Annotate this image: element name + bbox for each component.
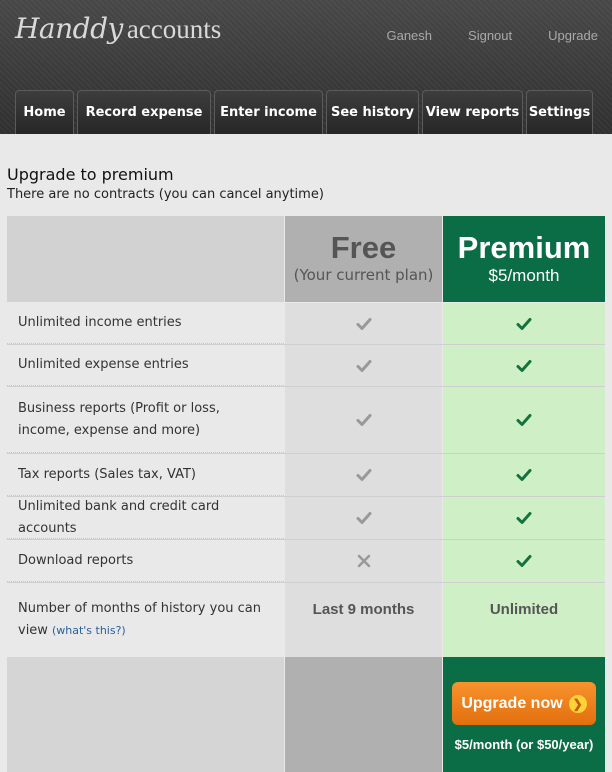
free-value [285, 387, 442, 453]
tab-view-reports[interactable]: View reports [422, 90, 523, 134]
free-plan-header: Free (Your current plan) [285, 216, 442, 302]
footer-features-cell [7, 657, 284, 772]
signout-link[interactable]: Signout [468, 28, 512, 43]
free-value [285, 345, 442, 386]
chevron-right-icon: ❯ [568, 694, 587, 713]
check-icon [355, 466, 373, 484]
feature-row: Unlimited income entries [7, 303, 605, 345]
check-icon [515, 509, 533, 527]
premium-plan-header: Premium $5/month [443, 216, 605, 302]
premium-plan-price: $5/month [488, 266, 560, 285]
feature-row: Download reports [7, 540, 605, 583]
feature-label: Business reports (Profit or loss, income… [7, 387, 284, 453]
tab-home[interactable]: Home [15, 90, 74, 134]
check-icon [515, 315, 533, 333]
free-value [285, 540, 442, 582]
features-header [7, 216, 284, 302]
premium-history-value: Unlimited [489, 601, 559, 618]
premium-value [443, 497, 605, 539]
premium-value [443, 540, 605, 582]
check-icon [355, 411, 373, 429]
upgrade-link[interactable]: Upgrade [548, 28, 598, 43]
tab-settings[interactable]: Settings [526, 90, 593, 134]
feature-label: Download reports [7, 540, 284, 582]
page-subtitle: There are no contracts (you can cancel a… [7, 187, 324, 202]
check-icon [355, 315, 373, 333]
feature-label: Unlimited income entries [7, 303, 284, 344]
upgrade-button-label: Upgrade now [461, 694, 563, 712]
check-icon [515, 411, 533, 429]
check-icon [515, 552, 533, 570]
free-value: Last 9 months [285, 583, 442, 657]
cross-icon [355, 552, 373, 570]
premium-value: Unlimited [443, 583, 605, 657]
check-icon [355, 357, 373, 375]
footer-free-cell [285, 657, 442, 772]
premium-plan-name: Premium [457, 230, 591, 265]
premium-value [443, 454, 605, 496]
user-link[interactable]: Ganesh [386, 28, 432, 43]
logo-text: accounts [126, 14, 222, 44]
logo-script: Handdy [15, 12, 123, 45]
free-history-value: Last 9 months [312, 601, 415, 618]
top-links: Ganesh Signout Upgrade [350, 28, 598, 43]
feature-label: Unlimited bank and credit card accounts [7, 497, 284, 539]
whats-this-link[interactable]: (what's this?) [52, 624, 126, 637]
feature-row: Business reports (Profit or loss, income… [7, 387, 605, 454]
premium-value [443, 345, 605, 386]
check-icon [515, 357, 533, 375]
premium-value [443, 303, 605, 344]
feature-label: Unlimited expense entries [7, 345, 284, 386]
feature-label-cell: Number of months of history you can view… [7, 583, 284, 657]
upgrade-now-button[interactable]: Upgrade now ❯ [452, 682, 596, 725]
check-icon [515, 466, 533, 484]
free-value [285, 497, 442, 539]
free-plan-name: Free [330, 230, 397, 265]
app-logo[interactable]: Handdy accounts [15, 12, 221, 45]
check-icon [355, 509, 373, 527]
tab-enter-income[interactable]: Enter income [214, 90, 323, 134]
tab-record-expense[interactable]: Record expense [77, 90, 211, 134]
free-value [285, 303, 442, 344]
feature-row: Unlimited expense entries [7, 345, 605, 387]
page-title: Upgrade to premium [7, 165, 174, 184]
feature-label: Tax reports (Sales tax, VAT) [7, 454, 284, 496]
free-value [285, 454, 442, 496]
header: Handdy accounts Ganesh Signout Upgrade Ho… [0, 0, 612, 134]
tab-see-history[interactable]: See history [326, 90, 419, 134]
feature-row: Unlimited bank and credit card accounts [7, 497, 605, 540]
price-note: $5/month (or $50/year) [454, 737, 594, 752]
feature-row: Tax reports (Sales tax, VAT) [7, 454, 605, 497]
main-nav: Home Record expense Enter income See his… [15, 90, 596, 134]
feature-row: Number of months of history you can view… [7, 583, 605, 657]
premium-value [443, 387, 605, 453]
free-plan-sub: (Your current plan) [293, 266, 434, 284]
